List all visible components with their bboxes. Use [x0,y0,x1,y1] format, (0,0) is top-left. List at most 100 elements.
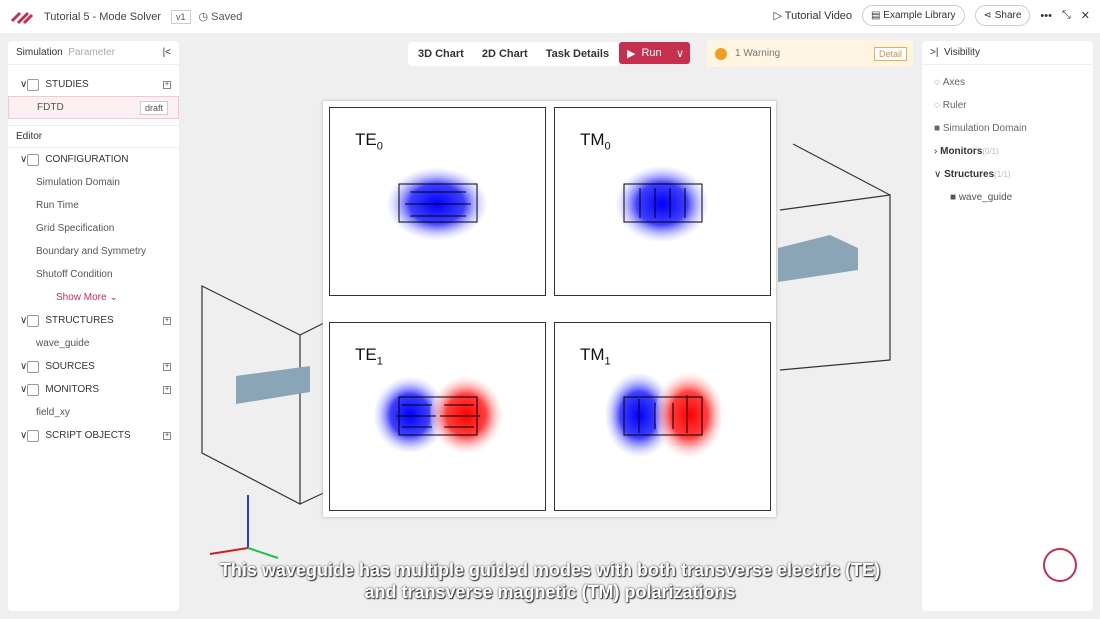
run-button[interactable]: ▶ Run ∨ [619,42,690,64]
collapse-sidebar-icon[interactable]: |< [163,47,171,58]
structure-wave-guide[interactable]: wave_guide [8,332,179,355]
monitors-section[interactable]: ∨ MONITORS + [8,378,179,401]
version-select[interactable]: v1 [170,9,191,24]
visibility-axes[interactable]: ◌ Axes [922,71,1093,94]
warning-icon [715,47,727,60]
play-icon: ▶ [627,47,636,60]
mode-profiles-image: TE0 TM0 TE1 TM1 [323,101,776,517]
mode-tm1: TM1 [554,322,771,511]
close-icon[interactable]: ✕ [1081,9,1090,22]
config-item[interactable]: Simulation Domain [8,171,179,194]
add-study-button[interactable]: + [163,80,171,89]
view-tabs: 3D Chart 2D Chart Task Details [408,42,620,66]
visibility-simulation-domain[interactable]: ■ Simulation Domain [922,117,1093,140]
structures-icon [27,314,40,327]
fdtd-label: FDTD [37,102,64,113]
draft-badge: draft [139,100,168,115]
subtitle-line-2: and transverse magnetic (TM) polarizatio… [364,582,736,602]
chat-button[interactable] [1043,548,1077,582]
ruler-label: Ruler [942,100,967,111]
monitors-label: MONITORS [45,384,100,395]
wave-guide-label: wave_guide [958,192,1013,203]
example-library-button[interactable]: ▤ Example Library [862,5,965,26]
mode-te0: TE0 [329,107,546,296]
mode-index: 1 [604,355,611,368]
tutorial-video-button[interactable]: ▷ Tutorial Video [773,9,852,22]
detail-button[interactable]: Detail [873,46,907,61]
visibility-wave-guide[interactable]: ■ wave_guide [922,186,1093,209]
config-item[interactable]: Run Time [8,194,179,217]
script-icon [27,429,40,442]
script-objects-label: SCRIPT OBJECTS [45,430,131,441]
mode-index: 1 [376,355,383,368]
studies-section[interactable]: ∨ STUDIES + [8,73,179,96]
structures-count: (1/1) [994,170,1011,179]
project-title: Tutorial 5 - Mode Solver [44,10,161,23]
studies-icon [27,78,40,91]
configuration-section[interactable]: ∨ CONFIGURATION [8,148,179,171]
tab-2d-chart[interactable]: 2D Chart [482,48,528,60]
mode-name: TM [580,130,605,149]
monitors-label: Monitors [940,146,983,157]
expand-panel-icon[interactable]: >| [930,47,938,58]
mode-tm0: TM0 [554,107,771,296]
run-dropdown-icon[interactable]: ∨ [676,47,684,60]
mode-name: TE [355,130,377,149]
visibility-monitors[interactable]: › Monitors (0/1) [922,140,1093,163]
mode-index: 0 [604,140,611,153]
mode-name: TE [355,345,377,364]
tutorial-video-label: Tutorial Video [784,10,853,22]
mode-te1: TE1 [329,322,546,511]
configuration-label: CONFIGURATION [45,154,129,165]
share-label: Share [994,10,1022,21]
tab-task-details[interactable]: Task Details [546,48,609,60]
tab-parameter[interactable]: Parameter [68,47,115,58]
config-item[interactable]: Boundary and Symmetry [8,240,179,263]
example-library-label: Example Library [883,10,956,21]
tab-simulation[interactable]: Simulation [16,47,63,58]
add-script-button[interactable]: + [163,431,171,440]
subtitle-line-1: This waveguide has multiple guided modes… [219,560,881,580]
config-item[interactable]: Shutoff Condition [8,263,179,286]
simulation-domain-label: Simulation Domain [942,123,1027,134]
sources-section[interactable]: ∨ SOURCES + [8,355,179,378]
script-objects-section[interactable]: ∨ SCRIPT OBJECTS + [8,424,179,447]
share-button[interactable]: ⋖ Share [974,5,1031,26]
saved-status: ◷ Saved [198,11,243,23]
warning-label: 1 Warning [735,48,781,59]
studies-label: STUDIES [45,79,89,90]
left-sidebar: Simulation Parameter |< ∨ STUDIES + FDTD dr… [8,41,179,611]
warning-banner: 1 Warning Detail [707,40,913,67]
add-source-button[interactable]: + [163,362,171,371]
monitors-count: (0/1) [982,147,999,156]
add-structure-button[interactable]: + [163,316,171,325]
show-more-button[interactable]: Show More ⌄ [8,286,179,309]
axes-label: Axes [942,77,965,88]
visibility-title: Visibility [944,47,980,58]
run-label: Run [641,47,662,59]
study-fdtd[interactable]: FDTD draft [8,96,179,119]
configuration-icon [27,153,40,166]
visibility-panel: >| Visibility ◌ Axes ◌ Ruler ■ Simulatio… [922,41,1093,611]
visibility-structures[interactable]: ∨ Structures (1/1) [922,163,1093,186]
tab-3d-chart[interactable]: 3D Chart [418,48,464,60]
structures-section[interactable]: ∨ STRUCTURES + [8,309,179,332]
sources-icon [27,360,40,373]
collapse-icon[interactable]: ⤡ [1062,9,1071,22]
add-monitor-button[interactable]: + [163,385,171,394]
mode-name: TM [580,345,605,364]
top-bar: Tutorial 5 - Mode Solver v1 ◷ Saved ▷ Tu… [0,0,1100,33]
visibility-ruler[interactable]: ◌ Ruler [922,94,1093,117]
config-item[interactable]: Grid Specification [8,217,179,240]
mode-index: 0 [376,140,383,153]
editor-heading: Editor [8,125,179,148]
sources-label: SOURCES [45,361,95,372]
structures-label: STRUCTURES [45,315,114,326]
monitors-icon [27,383,40,396]
logo-icon [10,11,34,24]
monitor-field-xy[interactable]: field_xy [8,401,179,424]
saved-label: Saved [211,11,243,23]
show-more-label: Show More [56,292,107,303]
axes-gizmo [209,495,279,559]
more-icon[interactable]: ••• [1040,10,1052,22]
